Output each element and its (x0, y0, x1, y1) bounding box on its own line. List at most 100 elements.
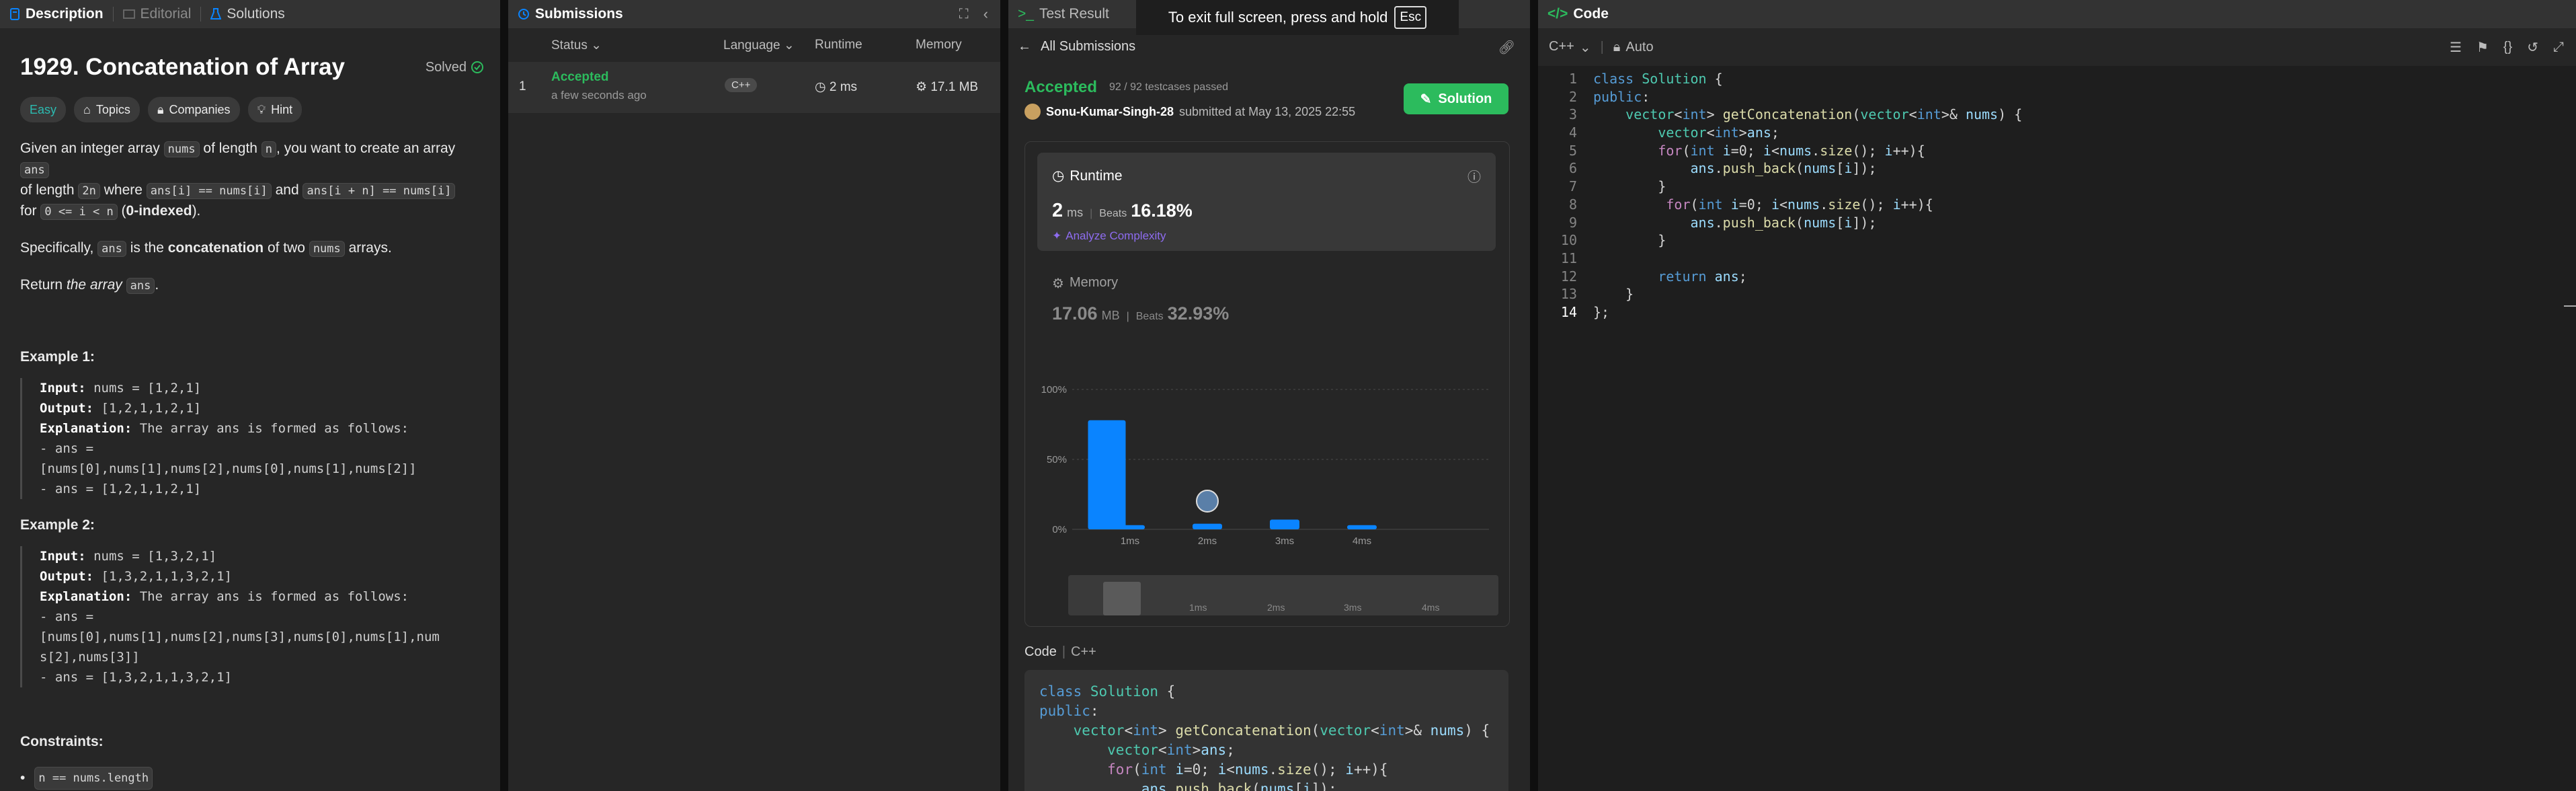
language-column-header[interactable]: Language ⌄ (723, 38, 795, 53)
bold-concatenation: concatenation (167, 240, 264, 256)
back-to-submissions[interactable]: ← All Submissions (1018, 39, 1135, 54)
minimap-label: 3ms (1344, 602, 1362, 613)
line-number: 14 (1560, 303, 1577, 320)
panel-resizer[interactable] (1530, 0, 1538, 791)
code-line[interactable]: 12 return ans; (1538, 268, 2576, 286)
code-ans: ans (126, 278, 155, 294)
solved-label: Solved (425, 60, 467, 75)
companies-button[interactable]: 🔒︎ Companies (147, 97, 240, 122)
code-line[interactable]: 11 (1538, 250, 2576, 268)
tab-code[interactable]: </> Code (1538, 6, 1618, 22)
status-column-header[interactable]: Status ⌄ (551, 38, 602, 53)
line-text: } (1593, 232, 1666, 249)
line-text: }; (1593, 303, 1610, 320)
format-icon[interactable]: ☰ (2450, 39, 2462, 56)
link-icon[interactable]: 🔗︎ (1498, 39, 1515, 56)
memory-card[interactable]: ⚙ Memory 17.06 MB | Beats 32.93% (1037, 264, 1496, 332)
auto-mode[interactable]: 🔒︎ Auto (1613, 40, 1654, 55)
constraint-code: n == nums.length (34, 767, 153, 790)
analyze-complexity-link[interactable]: ✦ Analyze Complexity (1052, 229, 1166, 243)
code-line: vector<int> getConcatenation(vector<int>… (1073, 722, 1490, 739)
code-ans: ans (97, 241, 126, 257)
line-text: class Solution { (1593, 71, 1723, 87)
username[interactable]: Sonu-Kumar-Singh-28 (1046, 105, 1174, 119)
code-line[interactable]: 6 ans.push_back(nums[i]); (1538, 159, 2576, 178)
difficulty-badge[interactable]: Easy (20, 97, 67, 122)
text: of two (264, 240, 309, 256)
maximize-icon[interactable]: ⛶ (959, 7, 969, 22)
line-number: 13 (1560, 286, 1577, 303)
text: is the (126, 240, 168, 256)
line-text: public: (1593, 88, 1650, 105)
tab-test-result[interactable]: >_ Test Result (1008, 6, 1119, 22)
code-nums: nums (309, 241, 345, 257)
tab-test-result-label: Test Result (1039, 6, 1109, 22)
bar (1347, 525, 1377, 529)
submitter-line: Sonu-Kumar-Singh-28 submitted at May 13,… (1024, 104, 1355, 120)
clock-icon: ◷ (815, 80, 826, 94)
tab-submissions[interactable]: Submissions (508, 6, 633, 22)
solution-button-label: Solution (1438, 91, 1492, 106)
user-marker-avatar (1196, 490, 1219, 513)
panel-resizer[interactable] (1000, 0, 1008, 791)
bar (1088, 420, 1126, 529)
paragraph-2: Specifically, ans is the concatenation o… (20, 238, 484, 259)
x-tick-label: 4ms (1353, 535, 1371, 547)
solution-button[interactable]: ✎ Solution (1404, 83, 1508, 114)
bookmark-icon[interactable]: ⚑ (2477, 39, 2489, 56)
tab-solutions[interactable]: Solutions (201, 6, 294, 22)
input-value: nums = [1,3,2,1] (85, 549, 217, 564)
code-line[interactable]: 5 for(int i=0; i<nums.size(); i++){ (1538, 142, 2576, 160)
runtime-card[interactable]: ◷ Runtime ⓘ 2 ms | Beats 16.18% ✦ Analyze … (1037, 153, 1496, 251)
language-select[interactable]: C++ ⌄ (1549, 39, 1591, 56)
minimap-label: 2ms (1267, 602, 1285, 613)
info-icon[interactable]: ⓘ (1467, 166, 1481, 186)
problem-tags: Easy ⌂ Topics 🔒︎ Companies 💡︎ Hint (20, 97, 484, 122)
explanation-line: - ans = (40, 441, 94, 456)
minimap-window[interactable] (1103, 582, 1141, 615)
code-line[interactable]: 8 for(int i=0; i<nums.size(); i++){ (1538, 196, 2576, 214)
expand-icon[interactable]: ⤢ (2553, 40, 2564, 55)
avatar[interactable] (1024, 104, 1041, 120)
tab-editorial[interactable]: Editorial (114, 6, 201, 22)
code-line[interactable]: 4 vector<int>ans; (1538, 124, 2576, 142)
code-line[interactable]: 1 class Solution { (1538, 70, 2576, 88)
runtime-beats-label: Beats (1099, 208, 1127, 219)
collapse-icon[interactable]: ‹ (983, 5, 988, 23)
scrollbar-marker[interactable] (2564, 305, 2576, 307)
code-line[interactable]: 9 ans.push_back(nums[i]); (1538, 214, 2576, 232)
runtime-value: 2 ms (829, 80, 858, 94)
explanation-line: - ans = [1,2,1,1,2,1] (40, 482, 202, 496)
runtime-label: Runtime (1070, 167, 1123, 184)
code-line[interactable]: 7 } (1538, 178, 2576, 196)
italic-the-array: the array (66, 277, 122, 293)
code-line[interactable]: 10 } (1538, 231, 2576, 250)
code-line[interactable]: 3 vector<int> getConcatenation(vector<in… (1538, 106, 2576, 124)
output-value: [1,2,1,1,2,1] (93, 401, 202, 416)
tab-description[interactable]: Description (0, 6, 113, 22)
braces-icon[interactable]: {} (2503, 40, 2512, 55)
text: Specifically, (20, 240, 98, 256)
companies-label: Companies (169, 103, 231, 116)
code-line[interactable]: 2 public: (1538, 88, 2576, 106)
code-line[interactable]: 13 } (1538, 285, 2576, 303)
code-nums: nums (163, 141, 200, 157)
code-editor[interactable]: 1 class Solution {2 public: 3 vector<int> g… (1538, 70, 2576, 791)
constraint-item: • n == nums.length (20, 767, 484, 790)
line-text: for(int i=0; i<nums.size(); i++){ (1666, 196, 1933, 213)
topics-button[interactable]: ⌂ Topics (74, 97, 140, 122)
hint-button[interactable]: 💡︎ Hint (247, 97, 303, 122)
code-line[interactable]: 14}; (1538, 303, 2576, 322)
row-status[interactable]: Accepted (551, 70, 609, 85)
table-row[interactable]: 1 Accepted a few seconds ago C++ ◷ 2 ms … (508, 62, 1000, 113)
paragraph-1: Given an integer array nums of length n,… (20, 139, 484, 222)
runtime-heading: ◷ Runtime (1052, 167, 1123, 184)
panel-resizer[interactable] (500, 0, 508, 791)
reset-icon[interactable]: ↺ (2527, 39, 2538, 56)
chart-minimap[interactable]: 1ms 2ms 3ms 4ms (1068, 575, 1498, 615)
code-2n: 2n (78, 183, 100, 199)
text: ( (117, 203, 126, 219)
lightbulb-icon: 💡︎ (257, 103, 266, 116)
input-label: Input: (40, 381, 86, 396)
explanation-line: s[2],nums[3]] (40, 650, 140, 665)
